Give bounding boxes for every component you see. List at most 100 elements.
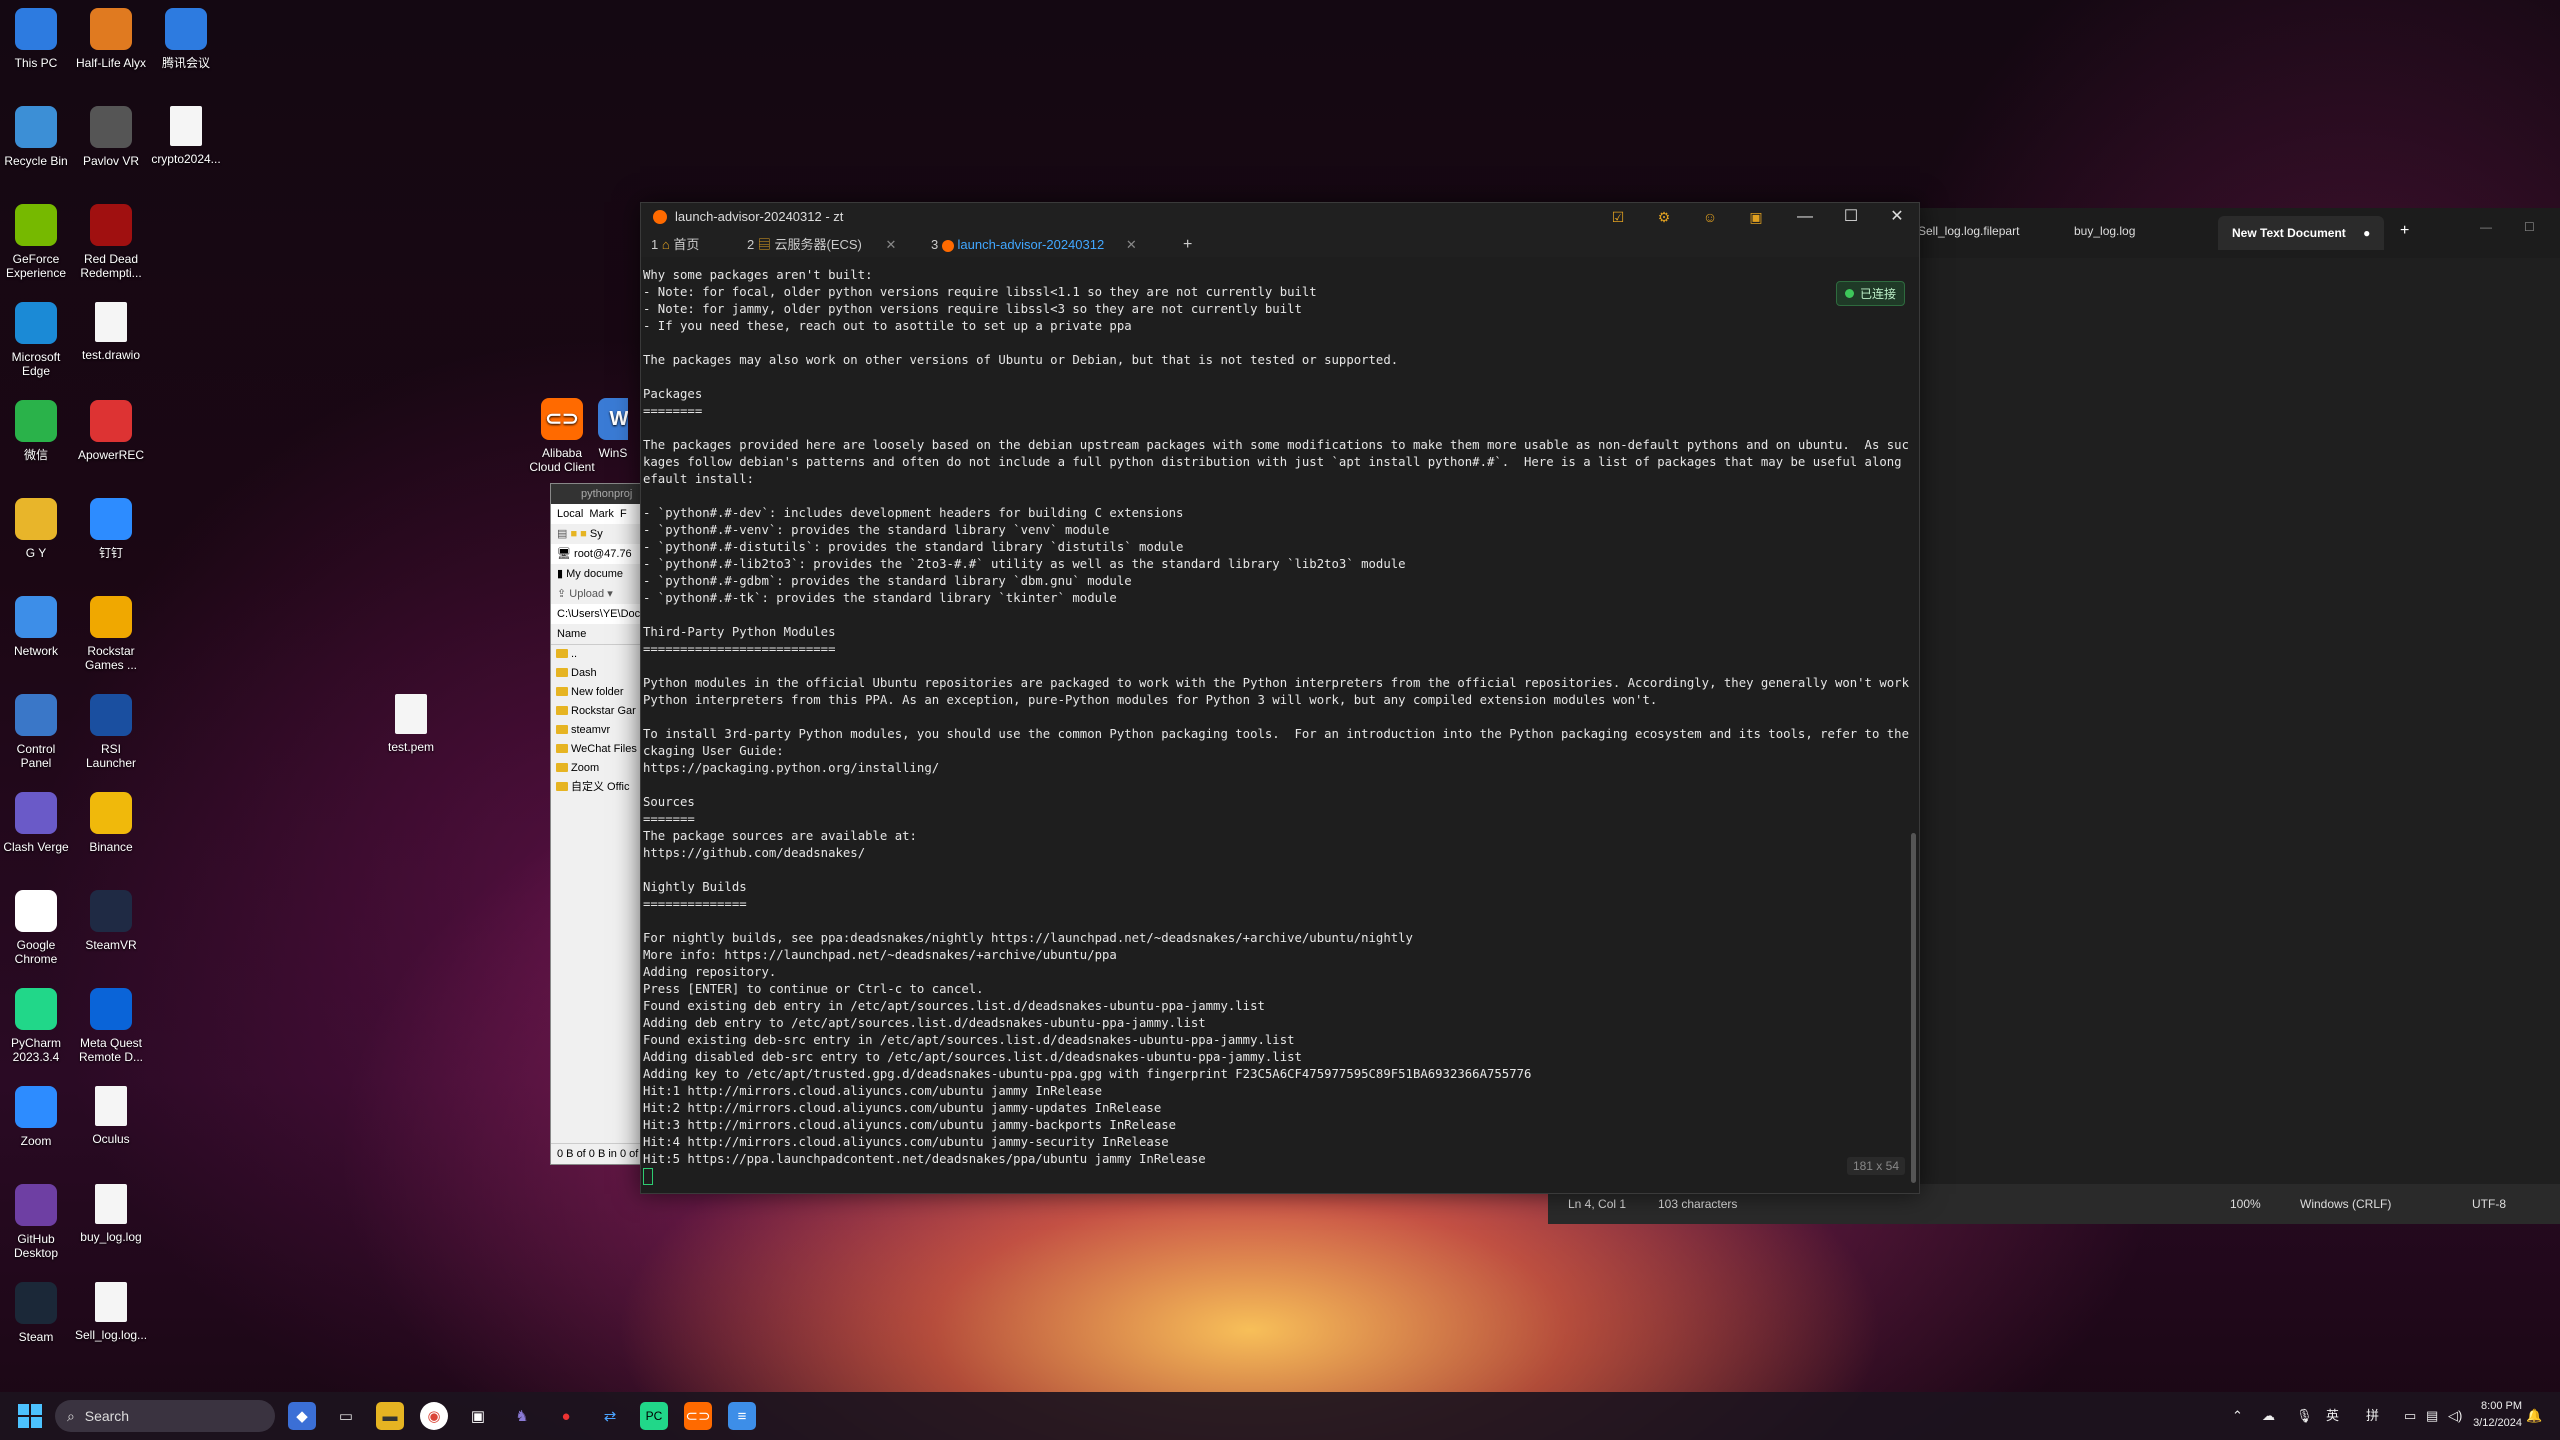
desktop-icon[interactable]: 腾讯会议 xyxy=(150,8,222,70)
desktop-icon[interactable]: Red Dead Redempti... xyxy=(75,204,147,280)
onedrive-icon[interactable]: ☁ xyxy=(2262,1392,2275,1440)
tab-launch-advisor[interactable]: 3 launch-advisor-20240312 ✕ xyxy=(931,234,1137,256)
winscp-taskbar-icon[interactable]: ⇄ xyxy=(596,1402,624,1430)
store-icon[interactable]: ▣ xyxy=(464,1402,492,1430)
start-button[interactable] xyxy=(18,1404,42,1428)
unsaved-dot-icon: ● xyxy=(2363,226,2371,240)
desktop-icon[interactable]: Zoom xyxy=(0,1086,72,1148)
desktop-icon[interactable]: GitHub Desktop xyxy=(0,1184,72,1260)
notepad-tab-active[interactable]: New Text Document ● xyxy=(2218,216,2385,250)
volume-icon[interactable]: ◁) xyxy=(2448,1392,2462,1440)
column-header-name[interactable]: Name xyxy=(551,624,646,645)
notification-bell-icon[interactable]: 🔔 xyxy=(2526,1392,2542,1440)
menu-f[interactable]: F xyxy=(620,508,627,520)
path-field[interactable]: C:\Users\YE\Doc xyxy=(551,604,646,624)
file-explorer-icon[interactable]: ▬ xyxy=(376,1402,404,1430)
desktop-icon[interactable]: ApowerREC xyxy=(75,400,147,462)
desktop-icon[interactable]: 钉钉 xyxy=(75,498,147,560)
chrome-icon[interactable]: ◉ xyxy=(420,1402,448,1430)
file-list-item[interactable]: New folder xyxy=(551,683,646,702)
desktop-icon[interactable]: Rockstar Games ... xyxy=(75,596,147,672)
new-tab-button[interactable]: + xyxy=(1183,234,1192,256)
tab-home[interactable]: 1 ⌂ 首页 xyxy=(651,234,699,256)
desktop-icon[interactable]: Recycle Bin xyxy=(0,106,72,168)
session-tab[interactable]: 🖥 root@47.76 xyxy=(551,544,646,564)
desktop-icon-label: test.pem xyxy=(387,740,435,754)
desktop-icon[interactable]: buy_log.log xyxy=(75,1184,147,1244)
desktop-icon[interactable]: Oculus xyxy=(75,1086,147,1146)
maximize-button[interactable]: ☐ xyxy=(2524,220,2535,234)
ime-mode[interactable]: 拼 xyxy=(2366,1392,2379,1440)
maximize-button[interactable]: ☐ xyxy=(1829,203,1873,231)
alibaba-cloud-taskbar-icon[interactable]: ⊂⊃ xyxy=(684,1402,712,1430)
desktop-icon[interactable]: test.drawio xyxy=(75,302,147,362)
pycharm-icon[interactable]: PC xyxy=(640,1402,668,1430)
file-list-item[interactable]: 自定义 Offic xyxy=(551,778,646,797)
gear-icon[interactable]: ⚙ xyxy=(1655,209,1673,225)
minimize-button[interactable]: — xyxy=(2480,220,2492,234)
network-icon[interactable]: ▤ xyxy=(2426,1392,2438,1440)
tray-overflow-icon[interactable]: ⌃ xyxy=(2232,1392,2243,1440)
desktop-icon[interactable]: Control Panel xyxy=(0,694,72,770)
new-tab-button[interactable]: + xyxy=(2400,222,2409,240)
file-list-item[interactable]: Zoom xyxy=(551,759,646,778)
location-dropdown[interactable]: ▮ My docume xyxy=(551,564,646,584)
desktop-icon[interactable]: Steam xyxy=(0,1282,72,1344)
desktop-icon[interactable]: Half-Life Alyx xyxy=(75,8,147,70)
close-button[interactable]: ✕ xyxy=(1875,203,1919,231)
terminal-window[interactable]: launch-advisor-20240312 - zt ☑ ⚙ ☺ ▣ — ☐… xyxy=(640,202,1920,1194)
desktop-icon[interactable]: Meta Quest Remote D... xyxy=(75,988,147,1064)
desktop-icon[interactable]: Google Chrome xyxy=(0,890,72,966)
file-list-item[interactable]: Rockstar Gar xyxy=(551,702,646,721)
widgets-icon[interactable]: ◆ xyxy=(288,1402,316,1430)
desktop-icon[interactable]: RSI Launcher xyxy=(75,694,147,770)
desktop-icon-alibaba-cloud[interactable]: ⊂⊃ Alibaba Cloud Client xyxy=(526,398,598,474)
menu-local[interactable]: Local xyxy=(557,508,583,520)
folder-icon xyxy=(556,706,568,715)
desktop-icon[interactable]: Clash Verge xyxy=(0,792,72,854)
file-list-item[interactable]: Dash xyxy=(551,664,646,683)
terminal-scrollbar[interactable] xyxy=(1911,833,1916,1183)
tasks-icon[interactable]: ☑ xyxy=(1609,209,1627,225)
desktop-icon-winscp[interactable]: W WinS xyxy=(598,398,628,460)
notepad-tab-buy-log[interactable]: buy_log.log xyxy=(2074,224,2135,238)
clash-icon[interactable]: ♞ xyxy=(508,1402,536,1430)
desktop-icon[interactable]: SteamVR xyxy=(75,890,147,952)
desktop-icon-test-pem[interactable]: test.pem xyxy=(375,694,447,754)
toolbar-icon[interactable]: ▤ xyxy=(557,528,567,540)
display-icon[interactable]: ▭ xyxy=(2404,1392,2416,1440)
layout-icon[interactable]: ▣ xyxy=(1747,209,1765,225)
desktop-icon[interactable]: crypto2024... xyxy=(150,106,222,166)
folder-toolbar-icon[interactable]: ■ ■ xyxy=(570,528,586,540)
file-list-item[interactable]: WeChat Files xyxy=(551,740,646,759)
user-icon[interactable]: ☺ xyxy=(1701,209,1719,225)
desktop-icon[interactable]: Network xyxy=(0,596,72,658)
minimize-button[interactable]: — xyxy=(1783,203,1827,231)
file-manager-window[interactable]: pythonproj Local Mark F ▤ ■ ■ Sy 🖥 root@… xyxy=(550,483,647,1165)
notepad-tab-sell-log[interactable]: Sell_log.log.filepart xyxy=(1918,224,2019,238)
close-icon[interactable]: ✕ xyxy=(1126,237,1137,252)
menu-mark[interactable]: Mark xyxy=(589,508,613,520)
system-clock[interactable]: 8:00 PM 3/12/2024 xyxy=(2473,1398,2522,1432)
recorder-icon[interactable]: ● xyxy=(552,1402,580,1430)
close-icon[interactable]: ✕ xyxy=(886,237,897,252)
desktop-icon[interactable]: G Y xyxy=(0,498,72,560)
microphone-icon[interactable]: 🎙 xyxy=(2296,1392,2313,1440)
desktop-icon[interactable]: Sell_log.log... xyxy=(75,1282,147,1342)
desktop-icon[interactable]: Microsoft Edge xyxy=(0,302,72,378)
tab-ecs[interactable]: 2 ▤ 云服务器(ECS) ✕ xyxy=(747,234,896,256)
ime-language[interactable]: 英 xyxy=(2326,1392,2339,1440)
desktop-icon[interactable]: Binance xyxy=(75,792,147,854)
desktop-icon[interactable]: Pavlov VR xyxy=(75,106,147,168)
file-list-item[interactable]: steamvr xyxy=(551,721,646,740)
file-list-item[interactable]: .. xyxy=(551,645,646,664)
desktop-icon[interactable]: PyCharm 2023.3.4 xyxy=(0,988,72,1064)
desktop-icon[interactable]: GeForce Experience xyxy=(0,204,72,280)
taskbar-search[interactable]: ⌕ Search xyxy=(55,1400,275,1432)
task-view-icon[interactable]: ▭ xyxy=(332,1402,360,1430)
upload-button[interactable]: ⇪ Upload ▾ xyxy=(551,584,646,604)
notepad-taskbar-icon[interactable]: ≡ xyxy=(728,1402,756,1430)
terminal-output[interactable]: Why some packages aren't built: - Note: f… xyxy=(643,267,1909,1185)
desktop-icon[interactable]: 微信 xyxy=(0,400,72,462)
desktop-icon[interactable]: This PC xyxy=(0,8,72,70)
